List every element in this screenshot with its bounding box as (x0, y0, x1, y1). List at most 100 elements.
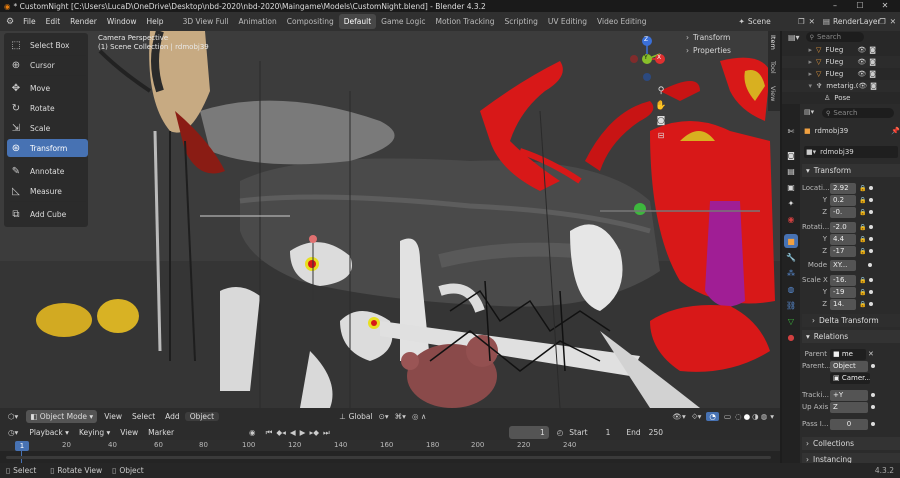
tracking-axis-select[interactable]: +Y (830, 389, 868, 401)
pan-hand-icon[interactable]: ✋ (654, 101, 668, 116)
shading-wireframe-icon[interactable]: ◌ (735, 412, 742, 421)
parent-field[interactable]: ■ me (830, 348, 866, 360)
outliner-filter-icon[interactable]: ▤▾ (788, 33, 800, 42)
location-y-field[interactable]: 0.2 (830, 194, 856, 206)
play-reverse-icon[interactable]: ◀ (290, 428, 296, 437)
tool-select-box[interactable]: ⬚ Select Box (7, 36, 88, 54)
tab-tool[interactable]: Tool (769, 61, 777, 74)
proportional-edit-icon[interactable]: ◎ ∧ (412, 412, 426, 421)
jump-end-icon[interactable]: ⏭ (323, 428, 330, 438)
render-icon[interactable]: ◙ (869, 58, 876, 66)
scene-selector[interactable]: Scene (748, 17, 798, 26)
keyframe-dot-icon[interactable] (869, 186, 874, 190)
tool-scale[interactable]: ⇲ Scale (7, 119, 88, 137)
scale-y-field[interactable]: -19 (830, 286, 856, 298)
lock-icon[interactable]: 🔒 (859, 236, 866, 243)
tool-rotate[interactable]: ↻ Rotate (7, 99, 88, 117)
workspace-tab-scripting[interactable]: Scripting (500, 14, 543, 29)
tool-cursor[interactable]: ⊕ Cursor (7, 56, 88, 74)
world-tab-icon[interactable]: ◉ (784, 212, 798, 226)
menu-window[interactable]: Window (102, 17, 142, 26)
material-tab-icon[interactable]: ● (784, 330, 798, 344)
tool-tab-icon[interactable]: ✄ (784, 124, 798, 138)
keyframe-dot-icon[interactable] (868, 263, 872, 267)
scale-x-field[interactable]: -16. (830, 274, 856, 286)
outliner-row[interactable]: ♙ Pose (782, 92, 900, 104)
header-menu-object[interactable]: Object (184, 412, 220, 421)
menu-help[interactable]: Help (141, 17, 168, 26)
transform-section-header[interactable]: ▾ Transform (802, 164, 900, 177)
shading-material-icon[interactable]: ◑ (752, 412, 759, 421)
outliner-row[interactable]: ▾ ♆ metarig.0 👁 ◙ (782, 80, 900, 92)
prev-key-icon[interactable]: ◆◂ (276, 428, 286, 437)
shading-rendered-icon[interactable]: ◍ (761, 412, 768, 421)
visibility-icon[interactable]: 👁 (858, 82, 867, 90)
parent-bone-field[interactable]: ▣ Camer... (830, 372, 870, 384)
scene-close-icon[interactable]: ✕ (809, 17, 815, 26)
gizmo-toggle-icon[interactable]: ⟐▾ (692, 412, 702, 422)
shading-solid-icon[interactable]: ● (744, 412, 751, 421)
render-icon[interactable]: ◙ (869, 70, 876, 78)
output-tab-icon[interactable]: ▤ (784, 164, 798, 178)
rotation-z-field[interactable]: -17 (830, 245, 856, 257)
tool-add-cube[interactable]: ⧉ Add Cube (7, 205, 88, 223)
tool-transform[interactable]: ⊛ Transform (7, 139, 88, 157)
view-layer-copy-icon[interactable]: ❐ (879, 17, 886, 26)
orientation-selector[interactable]: Global (349, 412, 373, 421)
pivot-icon[interactable]: ⊙▾ (379, 412, 389, 421)
blender-menu-icon[interactable]: ⚙ (0, 17, 18, 27)
keyframe-dot-icon[interactable] (869, 249, 874, 253)
keyframe-dot-icon[interactable] (869, 290, 874, 294)
particles-tab-icon[interactable]: ⁂ (784, 266, 798, 280)
camera-view-icon[interactable]: ◙ (654, 116, 668, 131)
minimize-button[interactable]: – (822, 0, 848, 12)
header-menu-add[interactable]: Add (160, 412, 185, 421)
tool-measure[interactable]: ◺ Measure (7, 182, 88, 200)
workspace-tab-video-editing[interactable]: Video Editing (592, 14, 652, 29)
workspace-tab-game-logic[interactable]: Game Logic (376, 14, 430, 29)
tab-item[interactable]: Item (769, 35, 777, 50)
keyframe-dot-icon[interactable] (869, 198, 874, 202)
timeline-ruler[interactable]: 1 20 40 60 80 100 120 140 160 180 200 22… (0, 440, 780, 463)
mode-selector[interactable]: ◧ Object Mode ▾ (26, 410, 98, 423)
current-frame-field[interactable]: 1 (508, 426, 549, 439)
collections-section-header[interactable]: › Collections (802, 437, 900, 450)
clear-parent-icon[interactable]: ✕ (868, 350, 874, 358)
keyframe-dot-icon[interactable] (869, 237, 874, 241)
visibility-icon[interactable]: 👁 (857, 70, 866, 78)
keyframe-dot-icon[interactable] (869, 302, 874, 306)
lock-icon[interactable]: 🔒 (859, 197, 866, 204)
location-x-field[interactable]: 2.92 (830, 182, 856, 194)
close-button[interactable]: ✕ (872, 0, 898, 12)
lock-icon[interactable]: 🔒 (859, 185, 866, 192)
outliner-row[interactable]: ▸ ▽ FUeg 👁 ◙ (782, 56, 900, 68)
pass-index-field[interactable]: 0 (830, 418, 868, 430)
render-icon[interactable]: ◙ (869, 46, 876, 54)
outliner-row[interactable]: ▸ ▽ FUeg 👁 ◙ (782, 68, 900, 80)
lock-icon[interactable]: 🔒 (859, 248, 866, 255)
scale-z-field[interactable]: 14. (830, 298, 856, 310)
start-frame-field[interactable]: 1 (606, 428, 611, 437)
workspace-tab-default[interactable]: Default (338, 14, 377, 29)
maximize-button[interactable]: ☐ (847, 0, 873, 12)
tool-annotate[interactable]: ✎ Annotate (7, 162, 88, 180)
render-icon[interactable]: ◙ (870, 82, 877, 90)
timer-icon[interactable]: ◴ (557, 428, 564, 437)
menu-edit[interactable]: Edit (41, 17, 66, 26)
workspace-tab-uv-editing[interactable]: UV Editing (543, 14, 592, 29)
overlay-toggle-icon[interactable]: ◔ (706, 412, 719, 421)
menu-render[interactable]: Render (65, 17, 102, 26)
modifier-tab-icon[interactable]: 🔧 (784, 250, 798, 264)
menu-file[interactable]: File (18, 17, 41, 26)
timeline-menu-playback[interactable]: Playback ▾ (24, 428, 74, 437)
xray-icon[interactable]: ▭ (724, 412, 731, 421)
visibility-icon[interactable]: 👁 (857, 46, 866, 54)
next-key-icon[interactable]: ▸◆ (309, 428, 319, 437)
auto-key-icon[interactable]: ◉ (249, 428, 256, 437)
timeline-scrollbar[interactable] (6, 456, 771, 459)
timeline-menu-view[interactable]: View (115, 428, 143, 437)
navigation-gizmo[interactable]: Z Y X (626, 34, 676, 84)
header-menu-view[interactable]: View (99, 412, 127, 421)
view-layer-close-icon[interactable]: ✕ (890, 17, 896, 26)
delta-transform-header[interactable]: › Delta Transform (802, 314, 900, 327)
